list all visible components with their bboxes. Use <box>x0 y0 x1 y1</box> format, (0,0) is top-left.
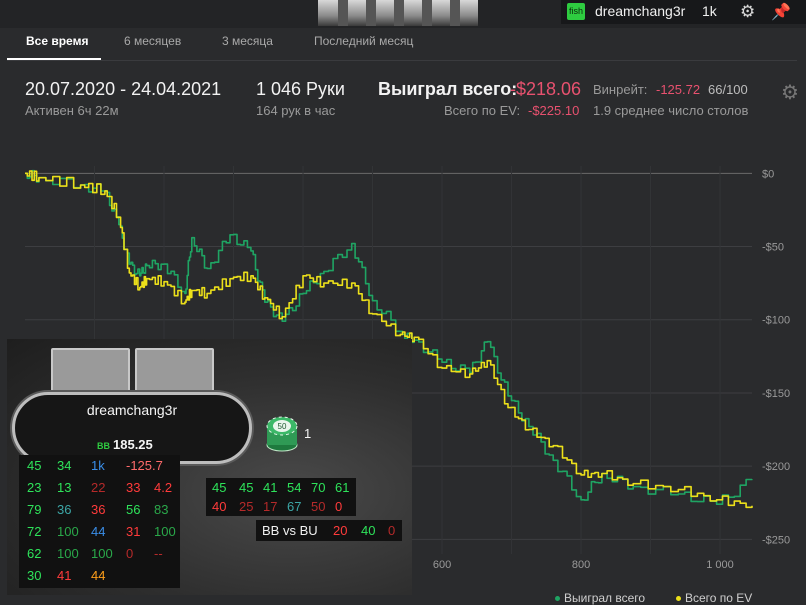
hud-secondary-stat: 25 <box>239 499 254 514</box>
banner-image <box>318 0 478 26</box>
hud-stat: 31 <box>126 524 141 539</box>
tab-divider <box>7 60 797 61</box>
hud-player-name: dreamchang3r <box>86 402 178 418</box>
hud-stat: -- <box>154 546 163 561</box>
y-tick-label: -$200 <box>762 461 790 473</box>
y-tick-label: $0 <box>762 168 774 180</box>
hud-stat: 44 <box>91 568 106 583</box>
x-tick-label: 1 000 <box>706 559 734 571</box>
hud-stat: 34 <box>57 458 72 473</box>
hands-total: 1 046 Руки <box>256 79 345 99</box>
date-range: 20.07.2020 - 24.04.2021 <box>25 79 222 99</box>
bb-vs-bu-stat: 20 <box>333 523 348 538</box>
hud-stat: 1k <box>91 458 105 473</box>
hud-stat: 62 <box>27 546 42 561</box>
chip-label: 50 <box>278 422 287 431</box>
winrate-ratio: 66/100 <box>708 82 748 97</box>
hands-count-short: 1k <box>702 3 717 19</box>
y-tick-label: -$250 <box>762 534 790 546</box>
stack-bb: BB 185.25 <box>97 437 153 452</box>
x-tick-label: 600 <box>433 559 451 571</box>
won-total-label: Выиграл всего: <box>378 79 518 99</box>
pin-icon[interactable]: 📌 <box>771 2 791 22</box>
winrate-label: Винрейт: <box>593 82 648 97</box>
hud-stat: 45 <box>27 458 42 473</box>
username: dreamchang3r <box>595 3 686 19</box>
gear-icon[interactable]: ⚙ <box>740 2 755 22</box>
hud-stat: 4.2 <box>154 480 173 495</box>
bb-vs-bu-stat: 40 <box>361 523 376 538</box>
chip-count: 1 <box>304 426 312 441</box>
tab-all-time[interactable]: Все время <box>26 34 88 48</box>
hud-secondary-stat: 70 <box>311 480 326 495</box>
hud-stat: 36 <box>91 502 106 517</box>
hud-stat: 44 <box>91 524 106 539</box>
hud-stat: 0 <box>126 546 134 561</box>
chip-stack-icon: 50 <box>266 416 298 452</box>
active-time: Активен 6ч 22м <box>25 103 119 118</box>
hud-stat: 79 <box>27 502 42 517</box>
hands-per-hour: 164 рук в час <box>256 103 336 118</box>
hud-secondary-stat: 45 <box>212 480 227 495</box>
card-slot-right <box>135 348 214 392</box>
period-tabs: Все время 6 месяцев 3 месяца Последний м… <box>0 28 806 58</box>
y-tick-label: -$100 <box>762 315 790 327</box>
legend-won-dot <box>555 596 560 601</box>
hud-secondary-stat: 67 <box>287 499 302 514</box>
winrate-value: -125.72 <box>656 82 701 97</box>
x-tick-label: 800 <box>572 559 590 571</box>
y-tick-label: -$50 <box>762 242 784 254</box>
hud-secondary-stat: 41 <box>263 480 278 495</box>
hud-stat: 41 <box>57 568 72 583</box>
hud-stat: 23 <box>27 480 42 495</box>
hud-secondary-stat: 40 <box>212 499 227 514</box>
hud-stat: 56 <box>126 502 141 517</box>
hud-stat: 83 <box>154 502 169 517</box>
hud-stat: 13 <box>57 480 72 495</box>
won-total-value: -$218.06 <box>510 79 582 99</box>
y-tick-label: -$150 <box>762 388 790 400</box>
settings-gear-icon[interactable]: ⚙ <box>781 80 799 105</box>
hud-stat: 100 <box>57 546 79 561</box>
tab-last-month[interactable]: Последний месяц <box>314 34 413 48</box>
tab-6-months[interactable]: 6 месяцев <box>124 34 181 48</box>
legend-won[interactable]: Выиграл всего <box>564 591 645 605</box>
card-slot-left <box>51 348 130 392</box>
hud-stat: 100 <box>154 524 176 539</box>
hud-secondary-stat: 0 <box>335 499 343 514</box>
hud-secondary-stat: 54 <box>287 480 302 495</box>
hud-stat: 72 <box>27 524 42 539</box>
hud-secondary-stat: 61 <box>335 480 350 495</box>
hud-stat: 33 <box>126 480 141 495</box>
hud-secondary-stat: 17 <box>263 499 278 514</box>
tab-3-months[interactable]: 3 месяца <box>222 34 273 48</box>
hud-secondary-stat: 50 <box>311 499 326 514</box>
tables-average: 1.9 среднее число столов <box>593 103 749 118</box>
bb-value: 185.25 <box>113 437 153 452</box>
hud-stats-secondary <box>206 478 356 516</box>
hud-stat: 100 <box>91 546 113 561</box>
hud-stat: -125.7 <box>126 458 163 473</box>
hud-secondary-stat: 45 <box>239 480 254 495</box>
ev-total-value: -$225.10 <box>528 103 580 118</box>
hud-stat: 36 <box>57 502 72 517</box>
hud-stat: 100 <box>57 524 79 539</box>
hud-stat: 30 <box>27 568 42 583</box>
bb-label: BB <box>97 441 110 451</box>
ev-total-label: Всего по EV: <box>444 103 521 118</box>
bb-vs-bu-stat: 0 <box>388 523 396 538</box>
legend-ev-dot <box>676 596 681 601</box>
bb-vs-bu-label: BB vs BU <box>262 523 318 538</box>
player-type-badge: fish <box>567 3 585 20</box>
hud-stat: 22 <box>91 480 106 495</box>
legend-ev[interactable]: Всего по EV <box>685 591 752 605</box>
